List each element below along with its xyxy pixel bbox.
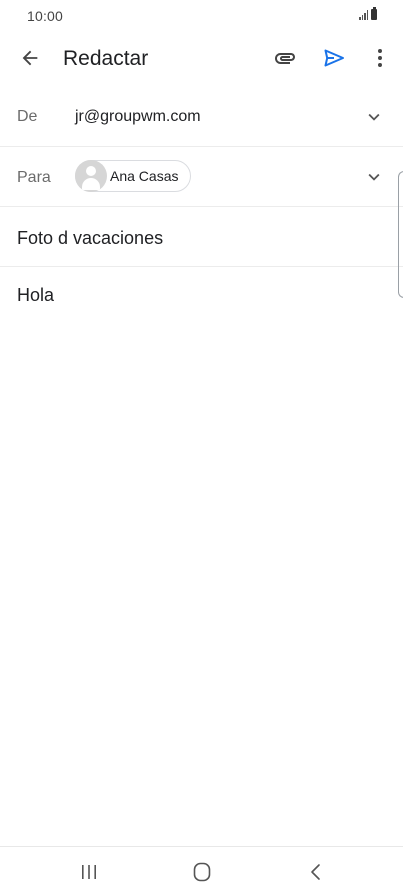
to-expand-button[interactable]: [360, 163, 388, 191]
chevron-down-icon: [368, 113, 380, 121]
avatar: [75, 160, 107, 192]
scroll-handle[interactable]: [398, 171, 403, 298]
to-label: Para: [17, 169, 51, 186]
recipient-name: Ana Casas: [110, 168, 179, 184]
battery-icon: [371, 7, 377, 20]
subject-field[interactable]: Foto d vacaciones: [17, 228, 163, 249]
send-icon: [324, 49, 344, 67]
home-button[interactable]: [182, 857, 222, 887]
attach-button[interactable]: [269, 42, 301, 74]
body-field[interactable]: Hola: [17, 285, 54, 306]
signal-icon: [359, 10, 368, 20]
recipient-chip[interactable]: Ana Casas: [75, 160, 191, 192]
send-button[interactable]: [318, 42, 350, 74]
chevron-down-icon: [368, 173, 380, 181]
from-row[interactable]: De jr@groupwm.com: [0, 88, 403, 147]
paperclip-icon: [275, 53, 295, 64]
subject-row[interactable]: Foto d vacaciones: [0, 207, 403, 267]
home-icon: [193, 862, 211, 882]
from-expand-button[interactable]: [360, 103, 388, 131]
from-label: De: [17, 108, 38, 125]
from-address[interactable]: jr@groupwm.com: [75, 108, 201, 126]
back-button[interactable]: [14, 42, 46, 74]
navigation-bar: [0, 846, 403, 896]
page-title: Redactar: [63, 47, 149, 70]
app-bar: Redactar: [0, 34, 403, 84]
recent-apps-button[interactable]: [69, 857, 109, 887]
status-time: 10:00: [27, 8, 64, 24]
more-vert-icon: [378, 49, 382, 67]
recent-apps-icon: [82, 865, 96, 879]
to-row[interactable]: Para Ana Casas: [0, 147, 403, 207]
more-options-button[interactable]: [364, 42, 396, 74]
status-bar: 10:00: [0, 0, 403, 34]
back-nav-button[interactable]: [296, 857, 336, 887]
back-icon: [311, 864, 320, 880]
arrow-back-icon: [22, 50, 38, 66]
status-icons: [359, 7, 377, 20]
